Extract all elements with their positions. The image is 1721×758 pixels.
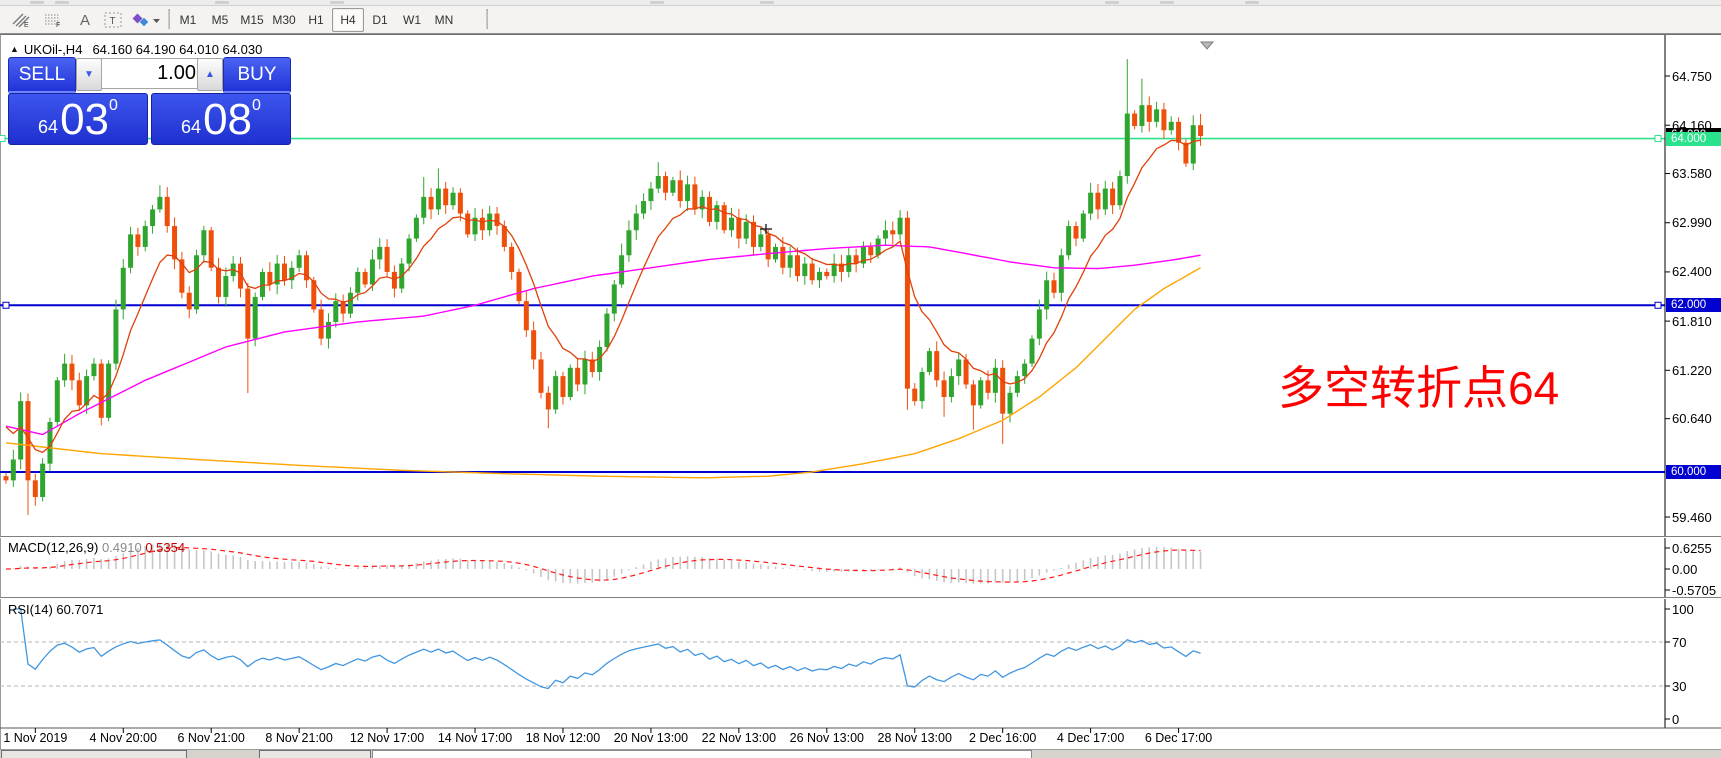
sell-price-box[interactable]: 64 03 0	[8, 93, 148, 145]
cutoff-icon	[215, 1, 229, 4]
rsi-label: RSI(14) 60.7071	[8, 602, 104, 617]
time-label-9: 22 Nov 13:00	[701, 731, 777, 745]
time-label-10: 26 Nov 13:00	[789, 731, 864, 745]
tab-timeframe-D1[interactable]: D1	[364, 8, 396, 32]
chart-toolbar: E F A T M1 M5 M15 M30 H1 H4 D1 W1 MN	[0, 6, 1721, 34]
tab-timeframe-M30[interactable]: M30	[268, 8, 300, 32]
price-tick-62.990: 62.990	[1672, 215, 1712, 231]
svg-text:E: E	[24, 22, 29, 28]
tab-timeframe-H4[interactable]: H4	[332, 8, 364, 32]
time-label-14: 6 Dec 17:00	[1144, 731, 1213, 745]
tab-timeframe-M1[interactable]: M1	[172, 8, 204, 32]
equidistant-channel-icon[interactable]: E	[6, 8, 36, 32]
time-label-11: 28 Nov 13:00	[877, 731, 952, 745]
svg-text:F: F	[56, 22, 60, 28]
price-tick-59.460: 59.460	[1672, 509, 1712, 525]
volume-input[interactable]: 1.00	[101, 58, 205, 89]
sell-price-sup: 0	[109, 97, 118, 114]
mt4-window: E F A T M1 M5 M15 M30 H1 H4 D1 W1 MN ▲ UKOil-,H4 6…	[0, 0, 1721, 758]
cutoff-icon	[1105, 1, 1119, 4]
time-label-2: 4 Nov 20:00	[89, 731, 157, 745]
buy-price-handle: 64	[181, 117, 202, 137]
level-price-box-64.000: 64.000	[1666, 131, 1721, 146]
rsi-value: 60.7071	[56, 602, 104, 617]
cutoff-icon	[760, 1, 774, 4]
tab-timeframe-H1[interactable]: H1	[300, 8, 332, 32]
volume-up-spinner[interactable]: ▲	[197, 58, 223, 91]
tab-timeframe-M5[interactable]: M5	[204, 8, 236, 32]
bottom-tab[interactable]	[1, 750, 187, 758]
price-tick-63.580: 63.580	[1672, 166, 1712, 182]
time-label-6: 14 Nov 17:00	[437, 731, 513, 745]
collapse-icon[interactable]: ▲	[10, 44, 19, 54]
macd-signal-value: 0.5354	[145, 540, 186, 555]
time-label-8: 20 Nov 13:00	[613, 731, 689, 745]
bottom-status-strip	[0, 749, 1721, 758]
text-label-icon[interactable]: A	[70, 8, 100, 32]
buy-price-sup: 0	[252, 97, 261, 114]
buy-price-box[interactable]: 64 08 0	[151, 93, 291, 145]
tab-timeframe-MN[interactable]: MN	[428, 8, 460, 32]
cutoff-icon	[1245, 1, 1259, 4]
bottom-tab-2[interactable]	[259, 750, 371, 758]
price-tick-61.220: 61.220	[1672, 362, 1712, 378]
buy-button[interactable]: BUY	[223, 57, 291, 94]
time-label-7: 18 Nov 12:00	[525, 731, 601, 745]
toolbar-separator	[168, 9, 170, 29]
rsi-tick-70: 70	[1672, 634, 1687, 650]
volume-down-spinner[interactable]: ▼	[76, 58, 102, 91]
time-label-1: 1 Nov 2019	[3, 731, 68, 745]
shapes-dropdown-icon[interactable]	[128, 8, 166, 32]
time-label-13: 4 Dec 17:00	[1056, 731, 1125, 745]
cutoff-icon	[650, 1, 664, 4]
macd-tick-0.6255: 0.6255	[1672, 540, 1712, 556]
macd-tick-0.00: 0.00	[1672, 561, 1698, 577]
time-label-3: 6 Nov 21:00	[177, 731, 245, 745]
cutoff-icon	[1160, 1, 1174, 4]
one-click-trade-panel: SELL ▼ 1.00 ▲ BUY 64 03 0 64 08 0	[8, 57, 291, 145]
svg-text:T: T	[110, 16, 116, 27]
text-icon[interactable]: T	[98, 8, 128, 32]
macd-main-value: 0.4910	[101, 540, 142, 555]
horizontal-scrollbar[interactable]	[372, 750, 1032, 758]
rsi-splitter-hl	[0, 598, 1721, 599]
price-tick-62.400: 62.400	[1672, 264, 1712, 280]
price-tick-60.640: 60.640	[1672, 411, 1712, 427]
time-label-12: 2 Dec 16:00	[968, 731, 1037, 745]
buy-price-big: 08	[203, 95, 253, 144]
time-label-5: 12 Nov 17:00	[349, 731, 425, 745]
price-tick-64.750: 64.750	[1672, 68, 1712, 84]
tab-timeframe-M15[interactable]: M15	[236, 8, 268, 32]
cutoff-icon	[30, 1, 44, 4]
sell-button[interactable]: SELL	[8, 57, 76, 94]
ohlc-values: 64.160 64.190 64.010 64.030	[92, 42, 263, 57]
macd-label: MACD(12,26,9) 0.4910 0.5354	[8, 540, 186, 555]
rsi-tick-30: 30	[1672, 678, 1687, 694]
chart-annotation-text[interactable]: 多空转折点64	[1278, 352, 1559, 418]
rsi-tick-0: 0	[1672, 711, 1680, 727]
macd-tick--0.5705: -0.5705	[1672, 582, 1717, 598]
time-label-4: 8 Nov 21:00	[265, 731, 333, 745]
macd-splitter-hl	[0, 537, 1721, 538]
tab-timeframe-W1[interactable]: W1	[396, 8, 428, 32]
sell-price-handle: 64	[38, 117, 59, 137]
symbol-label: UKOil-,H4	[23, 42, 83, 57]
cutoff-icon	[55, 1, 69, 4]
level-price-box-62.000: 62.000	[1666, 298, 1721, 313]
rsi-tick-100: 100	[1672, 601, 1694, 617]
toolbar-separator-2	[486, 9, 488, 29]
level-price-box-60.000: 60.000	[1666, 465, 1721, 479]
sell-price-big: 03	[60, 95, 110, 144]
price-tick-61.810: 61.810	[1672, 313, 1712, 329]
chart-symbol-header[interactable]: ▲ UKOil-,H4 64.160 64.190 64.010 64.030	[10, 42, 262, 57]
fibonacci-icon[interactable]: F	[38, 8, 68, 32]
cutoff-icon	[330, 1, 344, 4]
